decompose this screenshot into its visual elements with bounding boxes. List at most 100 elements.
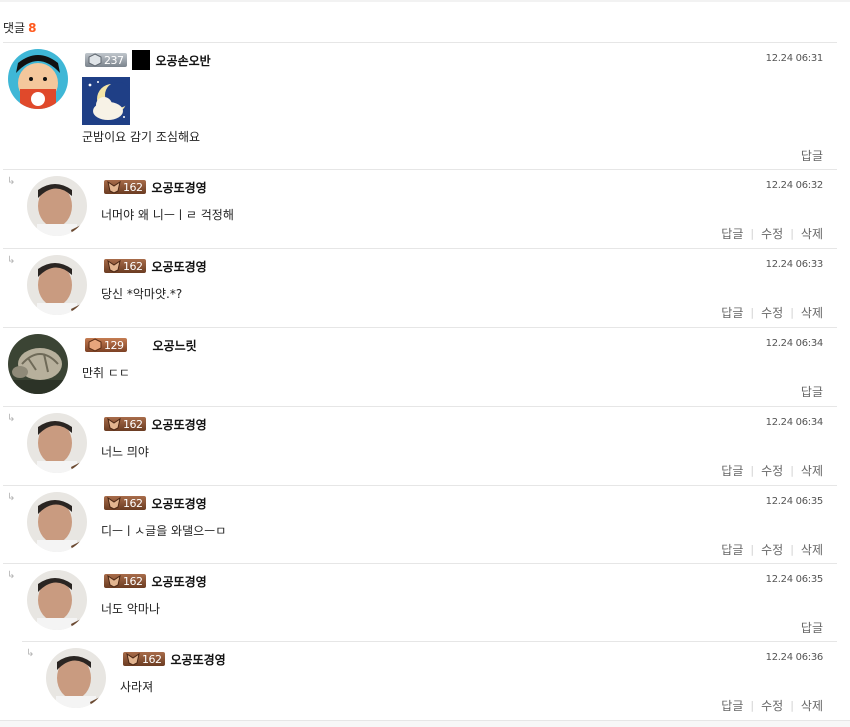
- nickname[interactable]: 오공또경영: [152, 258, 207, 275]
- nickname[interactable]: 오공또경영: [171, 651, 226, 668]
- cartoon-avatar[interactable]: [8, 49, 68, 109]
- delete-button[interactable]: 삭제: [801, 697, 823, 714]
- comment-item: ↳ 162 오공또경영 12.24 06:33 당신 *악마얏.*? 답글 | 수…: [3, 248, 837, 327]
- comment-item: ↳ 162 오공또경영 12.24 06:32 너머야 왜 니ㅡㅣㄹ 걱정해 답…: [3, 169, 837, 248]
- comment-meta: 162 오공또경영: [104, 178, 207, 196]
- reply-button[interactable]: 답글: [721, 304, 743, 321]
- man-avatar[interactable]: [46, 648, 106, 708]
- reply-arrow-icon: ↳: [7, 255, 16, 266]
- comment-meta: 129 오공느릿: [85, 336, 197, 354]
- level-badge: 129: [85, 338, 127, 352]
- comment-item: ↳ 162 오공또경영 12.24 06:34 너느 믜야 답글 | 수정 | 삭제: [3, 406, 837, 485]
- level-badge: 162: [104, 496, 146, 510]
- level-number: 162: [123, 417, 143, 431]
- reply-arrow-icon: ↳: [7, 492, 16, 503]
- comment-item: ↳ 162 오공또경영 12.24 06:35 너도 악마나 답글: [3, 563, 837, 642]
- level-number: 162: [123, 180, 143, 194]
- level-number: 162: [123, 574, 143, 588]
- level-emblem-icon: [107, 259, 121, 273]
- comment-header-label: 댓글: [3, 21, 26, 35]
- comment-meta: 162 오공또경영: [104, 257, 207, 275]
- turtle-avatar[interactable]: [8, 334, 68, 394]
- comment-meta: 237 오공손오반: [85, 50, 211, 70]
- comment-item: 129 오공느릿 12.24 06:34 만취 ㄷㄷ 답글: [3, 327, 837, 406]
- reply-arrow-icon: ↳: [26, 648, 35, 659]
- man-avatar[interactable]: [27, 413, 87, 473]
- comment-date: 12.24 06:32: [765, 180, 824, 191]
- reply-button[interactable]: 답글: [801, 619, 823, 636]
- member-badge: [131, 50, 150, 70]
- comment-actions: 답글 | 수정 | 삭제: [721, 225, 823, 242]
- comment-text: 당신 *악마얏.*?: [101, 287, 183, 301]
- comment-date: 12.24 06:31: [765, 53, 824, 64]
- edit-button[interactable]: 수정: [761, 225, 783, 242]
- top-divider: [0, 0, 850, 2]
- comment-text: 너느 믜야: [101, 445, 149, 459]
- comment-date: 12.24 06:35: [765, 496, 824, 507]
- level-badge: 162: [104, 180, 146, 194]
- nickname[interactable]: 오공느릿: [153, 337, 197, 354]
- comment-item: 237 오공손오반 12.24 06:31 군밤이요 감기 조심해요 답글: [3, 42, 837, 169]
- comment-header: 댓글 8: [3, 19, 36, 36]
- nickname[interactable]: 오공또경영: [152, 416, 207, 433]
- comment-meta: 162 오공또경영: [104, 572, 207, 590]
- comment-actions: 답글 | 수정 | 삭제: [721, 462, 823, 479]
- comment-actions: 답글: [801, 619, 823, 636]
- comment-actions: 답글: [801, 147, 823, 164]
- comment-actions: 답글 | 수정 | 삭제: [721, 304, 823, 321]
- man-avatar[interactable]: [27, 570, 87, 630]
- delete-button[interactable]: 삭제: [801, 462, 823, 479]
- nickname[interactable]: 오공또경영: [152, 179, 207, 196]
- edit-button[interactable]: 수정: [761, 304, 783, 321]
- comment-item: ↳ 162 오공또경영 12.24 06:36 사라져 답글 | 수정 | 삭제: [22, 641, 837, 720]
- level-emblem-icon: [126, 652, 140, 666]
- comment-count: 8: [28, 21, 37, 35]
- comment-text: 너머야 왜 니ㅡㅣㄹ 걱정해: [101, 208, 234, 222]
- level-badge: 162: [104, 259, 146, 273]
- level-number: 129: [104, 338, 124, 352]
- level-badge: 237: [85, 53, 127, 67]
- reply-arrow-icon: ↳: [7, 413, 16, 424]
- sleeping-moon-sticker: [82, 77, 131, 125]
- comment-item: ↳ 162 오공또경영 12.24 06:35 디ㅡㅣㅅ글을 와댈으ㅡㅁ 답글 |…: [3, 485, 837, 564]
- delete-button[interactable]: 삭제: [801, 225, 823, 242]
- level-emblem-icon: [107, 180, 121, 194]
- reply-button[interactable]: 답글: [721, 225, 743, 242]
- comment-meta: 162 오공또경영: [104, 494, 207, 512]
- level-emblem-icon: [107, 574, 121, 588]
- comment-text: 디ㅡㅣㅅ글을 와댈으ㅡㅁ: [101, 524, 227, 538]
- man-avatar[interactable]: [27, 255, 87, 315]
- comment-text: 만취 ㄷㄷ: [82, 366, 130, 380]
- reply-button[interactable]: 답글: [721, 697, 743, 714]
- reply-arrow-icon: ↳: [7, 570, 16, 581]
- edit-button[interactable]: 수정: [761, 697, 783, 714]
- reply-button[interactable]: 답글: [801, 383, 823, 400]
- man-avatar[interactable]: [27, 492, 87, 552]
- reply-button[interactable]: 답글: [721, 462, 743, 479]
- comment-text: 사라져: [120, 680, 154, 694]
- comment-meta: 162 오공또경영: [104, 415, 207, 433]
- edit-button[interactable]: 수정: [761, 541, 783, 558]
- level-number: 237: [104, 53, 124, 67]
- nickname[interactable]: 오공손오반: [156, 52, 211, 69]
- comment-meta: 162 오공또경영: [123, 650, 226, 668]
- comment-date: 12.24 06:34: [765, 417, 824, 428]
- level-emblem-icon: [107, 496, 121, 510]
- reply-button[interactable]: 답글: [721, 541, 743, 558]
- delete-button[interactable]: 삭제: [801, 304, 823, 321]
- nickname[interactable]: 오공또경영: [152, 573, 207, 590]
- comment-date: 12.24 06:36: [765, 652, 824, 663]
- level-number: 162: [142, 652, 162, 666]
- edit-button[interactable]: 수정: [761, 462, 783, 479]
- comment-text: 너도 악마나: [101, 602, 161, 616]
- delete-button[interactable]: 삭제: [801, 541, 823, 558]
- reply-arrow-icon: ↳: [7, 176, 16, 187]
- comment-date: 12.24 06:35: [765, 574, 824, 585]
- comment-date: 12.24 06:34: [765, 338, 824, 349]
- level-number: 162: [123, 496, 143, 510]
- nickname[interactable]: 오공또경영: [152, 495, 207, 512]
- level-emblem-icon: [107, 417, 121, 431]
- reply-button[interactable]: 답글: [801, 147, 823, 164]
- man-avatar[interactable]: [27, 176, 87, 236]
- level-emblem-icon: [88, 338, 102, 352]
